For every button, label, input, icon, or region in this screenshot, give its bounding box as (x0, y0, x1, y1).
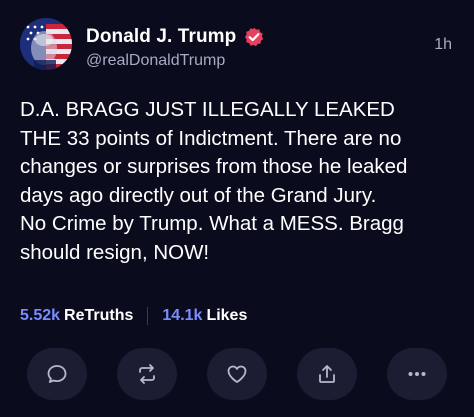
post-stats: 5.52k ReTruths 14.1k Likes (20, 305, 247, 327)
retruth-icon (139, 364, 155, 384)
more-icon (408, 372, 426, 376)
retruths-label: ReTruths (64, 307, 134, 324)
likes-label: Likes (206, 307, 248, 324)
share-button[interactable] (297, 348, 357, 400)
author-handle[interactable]: @realDonaldTrump (86, 52, 225, 70)
author-name-row: Donald J. Trump (86, 24, 264, 50)
retruths-stat[interactable]: 5.52k ReTruths (20, 307, 133, 325)
retruths-count: 5.52k (20, 307, 61, 324)
flag-portrait-avatar-icon (20, 18, 72, 70)
likes-stat[interactable]: 14.1k Likes (162, 307, 247, 325)
share-icon (319, 365, 335, 383)
like-button[interactable] (207, 348, 267, 400)
verified-badge-icon (245, 27, 264, 47)
likes-count: 14.1k (162, 307, 203, 324)
author-display-name[interactable]: Donald J. Trump (86, 26, 236, 48)
truth-post: Donald J. Trump @realDonaldTrump 1h D.A.… (0, 0, 474, 417)
like-icon (227, 365, 247, 383)
more-options-button[interactable] (387, 348, 447, 400)
reply-button[interactable] (27, 348, 87, 400)
author-avatar[interactable] (20, 18, 72, 70)
post-body: D.A. BRAGG JUST ILLEGALLY LEAKED THE 33 … (20, 98, 408, 264)
reply-icon (47, 365, 67, 383)
stats-divider (147, 307, 149, 325)
retruth-button[interactable] (117, 348, 177, 400)
post-timestamp: 1h (434, 36, 452, 53)
post-action-bar (0, 348, 474, 400)
